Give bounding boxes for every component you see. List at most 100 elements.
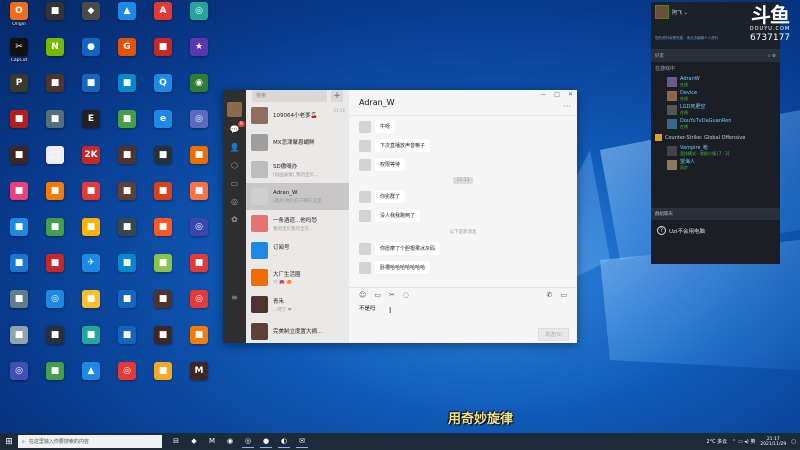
taskbar-app-icon[interactable]: M [206,436,218,448]
desktop-icon[interactable]: ■ [182,254,216,290]
group-chat-header[interactable]: 群组聊天 [651,209,780,220]
desktop-icon[interactable]: ■ [2,218,36,254]
desktop-icon[interactable]: ■ [146,218,180,254]
avatar[interactable] [227,102,242,117]
desktop-icon[interactable]: ■ [182,326,216,362]
chat-bubble-icon[interactable]: ◌ [403,291,409,299]
desktop-icon[interactable]: ■ [2,110,36,146]
desktop-icon[interactable]: ● [74,38,108,74]
desktop-icon[interactable]: M [182,362,216,398]
avatar[interactable] [359,190,371,203]
taskbar-search[interactable]: ⌕ 在这里输入你要搜索的内容 [18,435,162,448]
contacts-icon[interactable]: 👤 [230,143,240,153]
desktop-icon[interactable]: ✂ CapCut [2,38,36,74]
conversation-item[interactable]: 订阅号... [246,237,349,264]
friend-item[interactable]: 望海人 同步 [651,158,780,172]
conversation-item[interactable]: 109064小老爹🍒 21:16 [246,102,349,129]
desktop-icon[interactable]: ■ [182,146,216,182]
desktop-icon[interactable]: ◎ [110,362,144,398]
miniprogram-icon[interactable]: ✿ [230,215,240,225]
add-button[interactable]: + [331,90,343,102]
desktop-icon[interactable]: ▲ [74,362,108,398]
message-input[interactable]: 不是吗 I 发送(S) [349,301,577,343]
conversation-item[interactable]: SD傲嘅办 [动画表情] 我的宝贝... [246,156,349,183]
chat-icon[interactable]: 💬 9 [230,121,245,135]
desktop-icon[interactable]: ■ [74,326,108,362]
desktop-icon[interactable]: ■ [146,146,180,182]
files-icon[interactable]: ▭ [230,179,240,189]
desktop-icon[interactable]: ■ [38,2,72,38]
friend-item[interactable]: DouYuTvDaGuanRen 在线 [651,117,780,131]
desktop-icon[interactable]: ■ [38,218,72,254]
favorites-icon[interactable]: ⬡ [230,161,240,171]
settings-icon[interactable]: ≡ [230,293,240,303]
desktop-icon[interactable]: ■ [74,74,108,110]
taskbar-app-icon[interactable]: ⊟ [170,436,182,448]
desktop-icon[interactable]: ■ [110,218,144,254]
desktop-icon[interactable]: O Origin [2,2,36,38]
scissors-icon[interactable]: ✂ [389,291,395,299]
desktop-icon[interactable]: ■ [2,146,36,182]
avatar[interactable] [359,120,371,133]
desktop-icon[interactable]: 2K [74,146,108,182]
desktop-icon[interactable]: ◆ [74,2,108,38]
desktop-icon[interactable]: A [146,2,180,38]
desktop-icon[interactable]: G [110,38,144,74]
conversation-item[interactable]: MX怎津聚恩蝴鲜 [246,129,349,156]
friend-item[interactable]: Vampire_枪 竞技模式 - 地狱小镇 [7 : 2] [651,144,780,158]
friend-item[interactable]: Device 在线 [651,89,780,103]
conversation-item[interactable]: 大厂生活圈 😊 🌺 🍊 [246,264,349,291]
phone-icon[interactable]: ✆ [547,291,553,299]
desktop-icon[interactable]: ★ [182,38,216,74]
notification-icon[interactable]: ▢ [791,439,796,445]
close-icon[interactable]: ✕ [568,91,573,98]
desktop-icon[interactable]: P [2,74,36,110]
desktop-icon[interactable]: ■ [2,326,36,362]
desktop-icon[interactable]: ■ [146,290,180,326]
message-bubble[interactable]: 下次直播放声音嘛子 [375,139,431,152]
desktop-icon[interactable]: ■ [2,254,36,290]
desktop-icon[interactable]: ■ [110,254,144,290]
desktop-icon[interactable]: ◎ [182,218,216,254]
emoji-icon[interactable]: ☺ [359,291,366,299]
group-chat-item[interactable]: ? Uzi不会用电脑 [651,220,780,241]
desktop-icon[interactable]: □ [38,146,72,182]
clock[interactable]: 21:17 2021/11/29 [760,437,786,447]
desktop-icon[interactable]: ■ [110,146,144,182]
desktop-icon[interactable]: ◎ [182,2,216,38]
search-input[interactable]: 搜索 [252,90,327,102]
conversation-item[interactable]: Adran_W [图片]你们在干嘛在这里 [246,183,349,210]
taskbar-app-icon[interactable]: ✉ [296,436,308,448]
desktop-icon[interactable]: ■ [2,182,36,218]
conversation-item[interactable]: 完美制立度置大祸... [246,318,349,345]
message-bubble[interactable]: 你劣群了 [375,190,406,203]
desktop-icon[interactable]: ◎ [38,290,72,326]
folder-icon[interactable]: ▭ [374,291,381,299]
desktop-icon[interactable]: Q [146,74,180,110]
avatar[interactable] [359,242,371,255]
conversation-item[interactable]: 一条酒道...他吗😈 我的宝贝我的宝贝... [246,210,349,237]
avatar[interactable] [359,261,371,274]
desktop-icon[interactable]: ■ [146,362,180,398]
desktop-icon[interactable]: ◎ [182,290,216,326]
message-bubble[interactable]: 没人我我跑两了 [375,209,421,222]
friend-item[interactable]: AdranW 在线 [651,75,780,89]
taskbar-app-icon[interactable]: ◉ [224,436,236,448]
desktop-icon[interactable]: ■ [110,290,144,326]
desktop-icon[interactable]: ■ [182,182,216,218]
desktop-icon[interactable]: ▲ [110,2,144,38]
moments-icon[interactable]: ◎ [230,197,240,207]
desktop-icon[interactable]: ■ [74,218,108,254]
message-bubble[interactable]: 牛呀 [375,120,396,133]
taskbar-app-icon[interactable]: ● [260,436,272,448]
avatar[interactable] [359,209,371,222]
friends-tab[interactable]: 好友 [655,53,664,59]
user-avatar[interactable] [655,5,669,19]
desktop-icon[interactable]: ■ [74,182,108,218]
desktop-icon[interactable]: ■ [146,182,180,218]
avatar[interactable] [359,158,371,171]
minimize-icon[interactable]: — [540,91,546,98]
more-icon[interactable]: ··· [563,102,571,111]
taskbar-app-icon[interactable]: ◎ [242,436,254,448]
desktop-icon[interactable]: e [146,110,180,146]
